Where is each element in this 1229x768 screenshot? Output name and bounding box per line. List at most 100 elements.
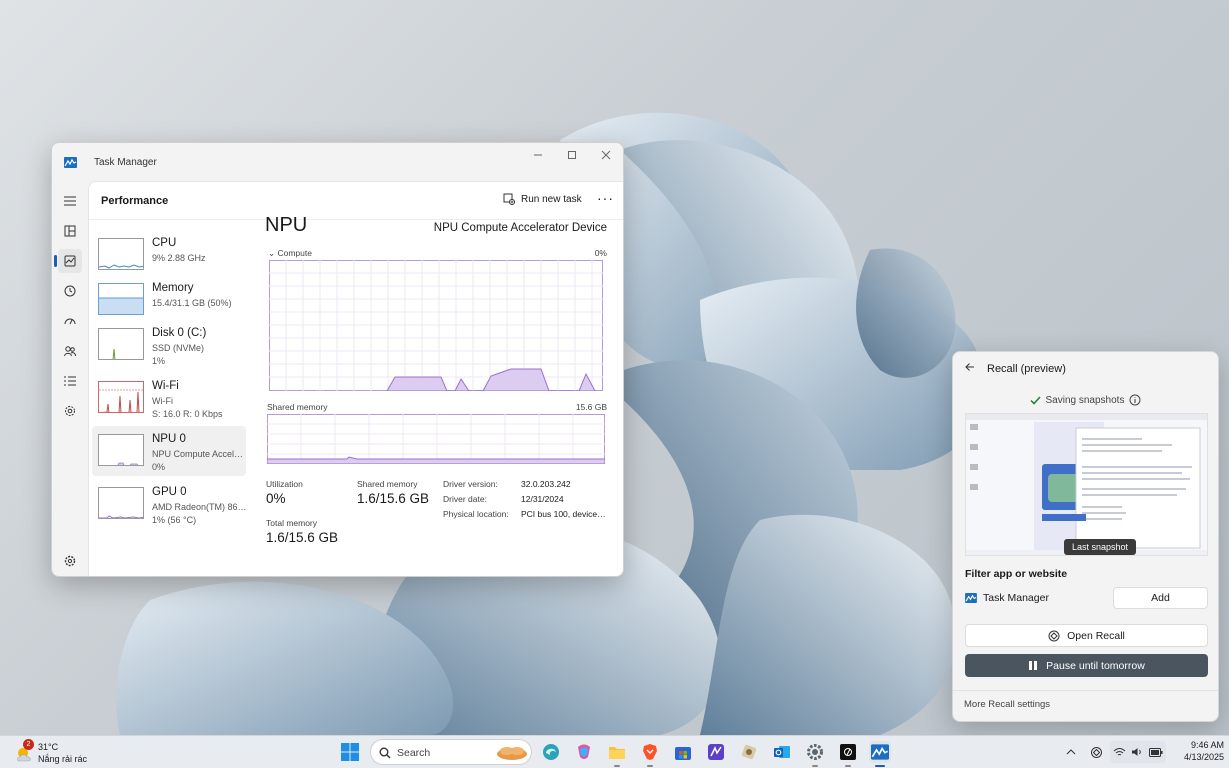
compute-graph-label[interactable]: ⌄ Compute [268,248,312,259]
device-subtitle: NPU Compute Accelerator Device [152,449,247,459]
memory-area [99,297,143,314]
shared-memory-graph [267,414,605,464]
minimize-button[interactable] [521,143,555,167]
memory-thumbnail [98,283,144,315]
taskbar-edge-dev[interactable] [540,741,562,763]
nav-users[interactable] [58,339,82,363]
device-name: Disk 0 (C:) [152,327,207,339]
gear-icon [64,555,76,567]
start-button[interactable] [339,741,361,763]
window-title: Task Manager [94,156,157,168]
device-item-gpu[interactable]: GPU 0 AMD Radeon(TM) 860M Graphics 1% (5… [92,479,247,529]
app-icon [708,744,724,760]
task-manager-app-icon [871,744,889,760]
cpu-thumbnail [98,238,144,270]
nav-startup-apps[interactable] [58,309,82,333]
weather-description: Nắng rải rác [38,754,88,764]
run-new-task-button[interactable]: Run new task [503,193,582,205]
taskbar-file-explorer[interactable] [606,741,628,767]
device-item-cpu[interactable]: CPU 9% 2.88 GHz [92,230,246,280]
hamburger-menu-button[interactable] [58,189,82,213]
snapshot-thumbnail [966,414,1207,555]
last-snapshot-preview[interactable]: Last snapshot [965,413,1208,556]
tray-recall[interactable] [1085,741,1107,763]
hamburger-icon [64,196,76,206]
pause-icon [1029,661,1038,670]
performance-pane: Performance Run new task ··· CPU 9% 2.88… [88,181,623,576]
taskbar-app-purple[interactable] [705,741,727,763]
running-indicator [614,765,620,767]
navigation-rail [52,181,88,576]
pause-recall-button[interactable]: Pause until tomorrow [965,654,1208,677]
weather-widget[interactable]: 2 31°C Nắng rải rác [15,739,95,766]
driver-date-value: 12/31/2024 [521,494,564,504]
search-highlight-icon [497,747,527,760]
close-icon [601,150,611,160]
title-bar[interactable]: Task Manager [52,143,623,181]
tools-icon [741,744,757,760]
processes-icon [64,225,76,237]
shared-memory-graph-max: 15.6 GB [575,402,607,412]
info-icon[interactable] [1129,394,1141,406]
pause-label: Pause until tomorrow [1046,659,1145,672]
quick-settings-button[interactable] [1110,741,1166,763]
physical-location-label: Physical location: [443,509,509,519]
taskbar-search-box[interactable]: Search [370,739,532,765]
device-full-name: NPU Compute Accelerator Device [433,222,607,234]
open-recall-button[interactable]: Open Recall [965,624,1208,647]
compute-graph [269,260,603,391]
device-usage: 1% [152,356,166,366]
recall-status: Saving snapshots [953,394,1218,406]
nav-processes[interactable] [58,219,82,243]
running-indicator [812,765,818,767]
taskbar-terminal[interactable] [837,741,859,767]
npu-thumbnail [98,434,144,466]
nav-app-history[interactable] [58,279,82,303]
task-manager-app-icon [64,156,77,168]
nav-services[interactable] [58,399,82,423]
taskbar-task-manager[interactable] [869,741,891,767]
brave-icon [643,744,657,760]
filter-heading: Filter app or website [965,568,1068,580]
history-icon [64,285,76,297]
maximize-button[interactable] [555,143,589,167]
recall-title: Recall (preview) [987,362,1066,375]
device-item-wifi[interactable]: Wi-Fi Wi-Fi S: 16.0 R: 0 Kbps [92,373,246,423]
show-hidden-icons-button[interactable] [1060,741,1082,763]
wifi-sparkline [99,389,143,412]
close-button[interactable] [589,143,623,167]
nav-details[interactable] [58,369,82,393]
taskbar-store[interactable] [672,741,694,763]
back-button[interactable] [965,362,975,375]
recall-flyout: Recall (preview) Saving snapshots Last s… [952,351,1219,722]
search-icon [379,747,391,759]
clock[interactable]: 9:46 AM 4/13/2025 [1172,739,1224,763]
nav-settings[interactable] [58,549,82,573]
nav-performance[interactable] [54,249,82,273]
chevron-up-icon [1066,749,1076,755]
folder-icon [609,747,625,759]
taskbar-copilot[interactable] [573,741,595,763]
device-usage: S: 16.0 R: 0 Kbps [152,409,223,419]
device-item-disk[interactable]: Disk 0 (C:) SSD (NVMe) 1% [92,320,246,370]
more-recall-settings-link[interactable]: More Recall settings [964,699,1050,710]
device-item-memory[interactable]: Memory 15.4/31.1 GB (50%) [92,275,246,325]
taskbar-brave[interactable] [639,741,661,767]
weather-temp: 31°C [38,742,59,752]
device-name: CPU [152,237,177,249]
taskbar-app-tools[interactable] [738,741,760,763]
more-options-button[interactable]: ··· [597,190,614,206]
add-filter-button[interactable]: Add [1113,587,1208,609]
maximize-icon [568,151,576,159]
taskbar-settings[interactable] [804,741,826,767]
utilization-value: 0% [266,491,286,506]
check-icon [1029,395,1041,405]
search-placeholder: Search [397,747,431,759]
gear-icon [807,744,823,760]
device-usage: 0% [152,462,166,472]
weather-badge: 2 [23,739,34,750]
taskbar-outlook[interactable] [771,741,793,763]
device-subtitle: Wi-Fi [152,396,173,406]
windows-logo-icon [341,743,359,761]
device-item-npu[interactable]: NPU 0 NPU Compute Accelerator Device 0% [92,426,247,476]
